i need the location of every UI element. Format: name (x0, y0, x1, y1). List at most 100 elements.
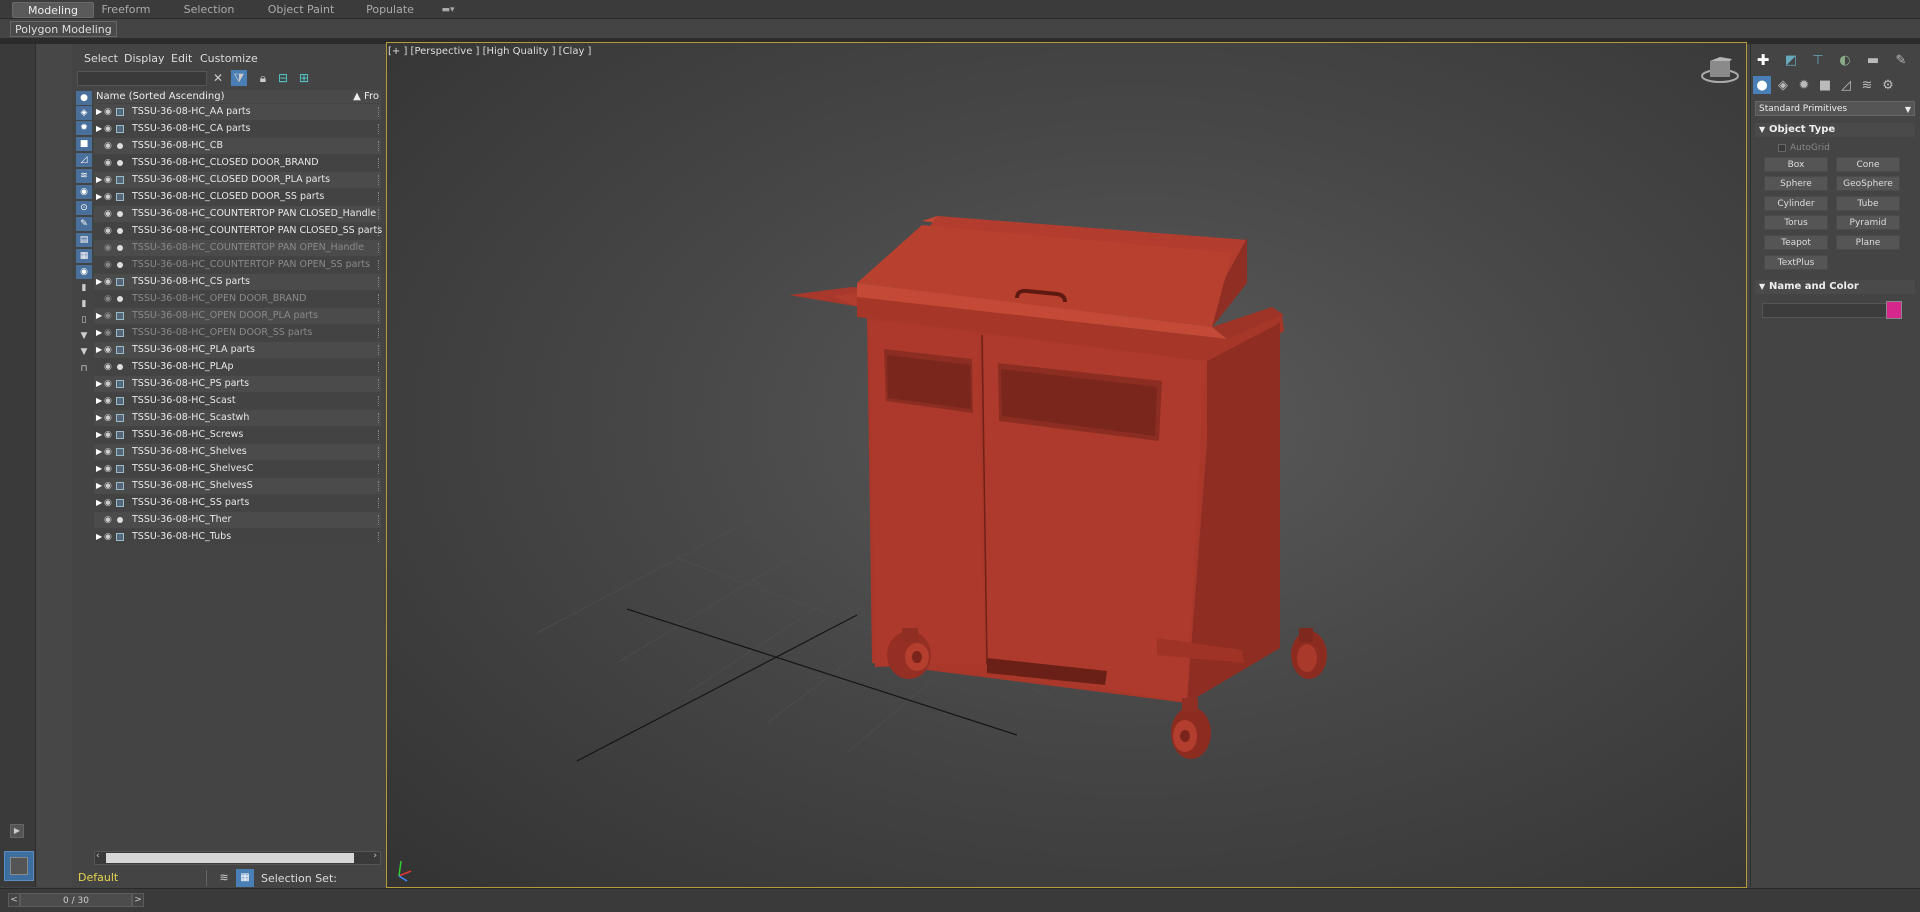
display-none-icon[interactable]: ▮ (76, 297, 92, 311)
expand-arrow-icon[interactable]: ▶ (96, 121, 104, 137)
plane-button[interactable]: Plane (1836, 235, 1900, 250)
display-tab-icon[interactable]: ▬ (1864, 51, 1882, 69)
table-row[interactable]: ▶ ◉ TSSU-36-08-HC_OPEN DOOR_SS parts (94, 325, 381, 341)
expand-arrow-icon[interactable]: ▶ (96, 325, 104, 341)
expand-arrow-icon[interactable]: ▶ (96, 308, 104, 324)
filter-funnel-2-icon[interactable]: ▼ (76, 345, 92, 359)
frozen-column-cell[interactable] (378, 277, 381, 287)
filter-cameras-icon[interactable]: ■ (76, 137, 92, 151)
helpers-category-icon[interactable]: ◿ (1837, 76, 1855, 94)
frozen-column-cell[interactable] (378, 260, 381, 270)
filter-shapes-icon[interactable]: ◈ (76, 106, 92, 120)
object-name-field[interactable] (1762, 303, 1892, 318)
box-button[interactable]: Box (1764, 157, 1828, 172)
expand-arrow-icon[interactable]: ▶ (96, 495, 104, 511)
tab-populate[interactable]: Populate (362, 2, 418, 18)
column-header-frozen[interactable]: ▲ Fro (353, 90, 379, 103)
frozen-column-cell[interactable] (378, 209, 381, 219)
filter-hidden-icon[interactable]: ◉ (76, 265, 92, 279)
perspective-viewport[interactable] (386, 42, 1747, 888)
visibility-eye-icon[interactable]: ◉ (104, 529, 114, 545)
shapes-category-icon[interactable]: ◈ (1774, 76, 1792, 94)
pyramid-button[interactable]: Pyramid (1836, 215, 1900, 230)
visibility-eye-icon[interactable]: ◉ (104, 342, 114, 358)
utilities-tab-icon[interactable]: ✎ (1892, 51, 1910, 69)
table-row[interactable]: ◉ TSSU-36-08-HC_Ther (94, 512, 381, 528)
cameras-category-icon[interactable]: ■ (1816, 76, 1834, 94)
frozen-column-cell[interactable] (378, 464, 381, 474)
sphere-button[interactable]: Sphere (1764, 176, 1828, 191)
table-row[interactable]: ▶ ◉ TSSU-36-08-HC_AA parts (94, 104, 381, 120)
frozen-column-cell[interactable] (378, 192, 381, 202)
menu-customize[interactable]: Customize (200, 52, 258, 65)
table-row[interactable]: ◉ TSSU-36-08-HC_COUNTERTOP PAN OPEN_Handl… (94, 240, 381, 256)
visibility-eye-icon[interactable]: ◉ (104, 461, 114, 477)
frozen-column-cell[interactable] (378, 294, 381, 304)
visibility-eye-icon[interactable]: ◉ (104, 359, 114, 375)
table-row[interactable]: ▶ ◉ TSSU-36-08-HC_CA parts (94, 121, 381, 137)
layer-icon[interactable]: ⊓ (76, 362, 92, 376)
visibility-eye-icon[interactable]: ◉ (104, 240, 114, 256)
expand-arrow-icon[interactable]: ▶ (96, 393, 104, 409)
frozen-column-cell[interactable] (378, 532, 381, 542)
frozen-column-cell[interactable] (378, 226, 381, 236)
scrollbar-thumb[interactable] (106, 853, 354, 863)
next-frame-button[interactable]: > (132, 893, 144, 907)
filter-groups-icon[interactable]: ◉ (76, 185, 92, 199)
visibility-eye-icon[interactable]: ◉ (104, 155, 114, 171)
frozen-column-cell[interactable] (378, 158, 381, 168)
tab-freeform[interactable]: Freeform (96, 2, 156, 18)
menu-select[interactable]: Select (84, 52, 118, 65)
visibility-eye-icon[interactable]: ◉ (104, 291, 114, 307)
visibility-eye-icon[interactable]: ◉ (104, 257, 114, 273)
frozen-column-cell[interactable] (378, 396, 381, 406)
filter-xrefs-icon[interactable]: ⊙ (76, 201, 92, 215)
torus-button[interactable]: Torus (1764, 215, 1828, 230)
frozen-column-cell[interactable] (378, 379, 381, 389)
table-row[interactable]: ◉ TSSU-36-08-HC_OPEN DOOR_BRAND (94, 291, 381, 307)
expand-arrow-icon[interactable]: ▶ (96, 274, 104, 290)
visibility-eye-icon[interactable]: ◉ (104, 308, 114, 324)
frozen-column-cell[interactable] (378, 243, 381, 253)
filter-containers-icon[interactable]: ▤ (76, 233, 92, 247)
table-row[interactable]: ▶ ◉ TSSU-36-08-HC_PS parts (94, 376, 381, 392)
table-row[interactable]: ▶ ◉ TSSU-36-08-HC_CS parts (94, 274, 381, 290)
visibility-eye-icon[interactable]: ◉ (104, 104, 114, 120)
teapot-button[interactable]: Teapot (1764, 235, 1828, 250)
table-row[interactable]: ▶ ◉ TSSU-36-08-HC_Screws (94, 427, 381, 443)
frozen-column-cell[interactable] (378, 515, 381, 525)
table-row[interactable]: ▶ ◉ TSSU-36-08-HC_CLOSED DOOR_SS parts (94, 189, 381, 205)
visibility-eye-icon[interactable]: ◉ (104, 478, 114, 494)
table-row[interactable]: ◉ TSSU-36-08-HC_COUNTERTOP PAN CLOSED_Han… (94, 206, 381, 222)
visibility-eye-icon[interactable]: ◉ (104, 427, 114, 443)
create-tab-icon[interactable]: ✚ (1754, 51, 1772, 69)
expand-arrow-icon[interactable]: ▶ (96, 189, 104, 205)
hierarchy-2-icon[interactable]: ⊞ (296, 70, 312, 86)
modify-tab-icon[interactable]: ◩ (1782, 51, 1800, 69)
frozen-column-cell[interactable] (378, 413, 381, 423)
expand-arrow-icon[interactable]: ▶ (96, 376, 104, 392)
expand-arrow-icon[interactable]: ▶ (96, 529, 104, 545)
table-row[interactable]: ▶ ◉ TSSU-36-08-HC_OPEN DOOR_PLA parts (94, 308, 381, 324)
frozen-column-cell[interactable] (378, 124, 381, 134)
filter-geometry-icon[interactable]: ● (76, 91, 92, 105)
table-row[interactable]: ▶ ◉ TSSU-36-08-HC_SS parts (94, 495, 381, 511)
spacewarps-category-icon[interactable]: ≋ (1858, 76, 1876, 94)
table-row[interactable]: ▶ ◉ TSSU-36-08-HC_ShelvesC (94, 461, 381, 477)
frozen-column-cell[interactable] (378, 345, 381, 355)
column-header-name[interactable]: Name (Sorted Ascending) ▲ Fro (94, 90, 381, 103)
name-color-rollout[interactable]: ▼ Name and Color (1755, 280, 1915, 294)
visibility-eye-icon[interactable]: ◉ (104, 223, 114, 239)
table-row[interactable]: ◉ TSSU-36-08-HC_COUNTERTOP PAN CLOSED_SS … (94, 223, 382, 239)
play-icon[interactable]: ▶ (10, 824, 24, 838)
expand-arrow-icon[interactable]: ▶ (96, 461, 104, 477)
frozen-column-cell[interactable] (378, 328, 381, 338)
visibility-eye-icon[interactable]: ◉ (104, 206, 114, 222)
table-row[interactable]: ▶ ◉ TSSU-36-08-HC_PLA parts (94, 342, 381, 358)
table-row[interactable]: ◉ TSSU-36-08-HC_PLAp (94, 359, 381, 375)
visibility-eye-icon[interactable]: ◉ (104, 410, 114, 426)
table-row[interactable]: ▶ ◉ TSSU-36-08-HC_Tubs (94, 529, 381, 545)
expand-arrow-icon[interactable]: ▶ (96, 104, 104, 120)
visibility-eye-icon[interactable]: ◉ (104, 512, 114, 528)
cylinder-button[interactable]: Cylinder (1764, 196, 1828, 211)
